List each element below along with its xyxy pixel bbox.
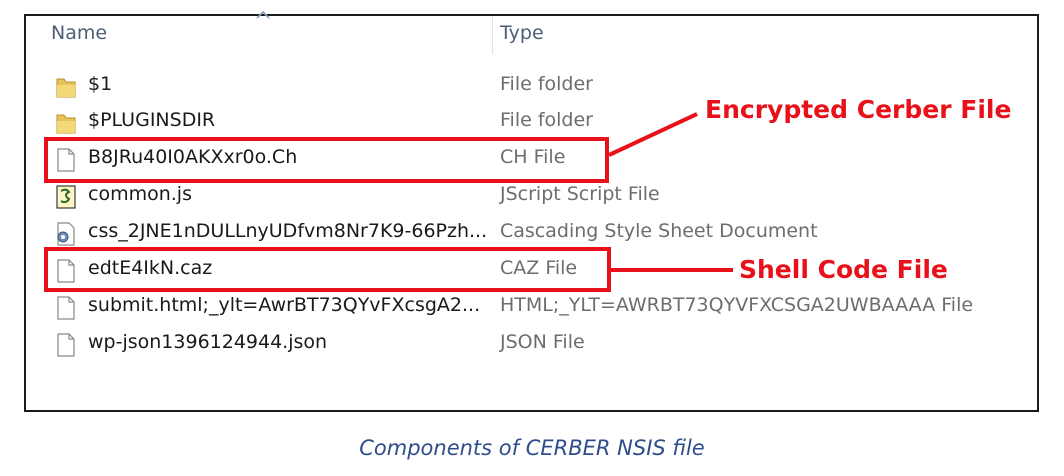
shellcode-file-label: Shell Code File — [739, 255, 948, 284]
encrypted-arrow-line — [608, 112, 698, 157]
encrypted-file-label: Encrypted Cerber File — [705, 95, 1012, 124]
figure-caption: Components of CERBER NSIS file — [359, 436, 705, 460]
annotation-arrows — [608, 112, 733, 272]
